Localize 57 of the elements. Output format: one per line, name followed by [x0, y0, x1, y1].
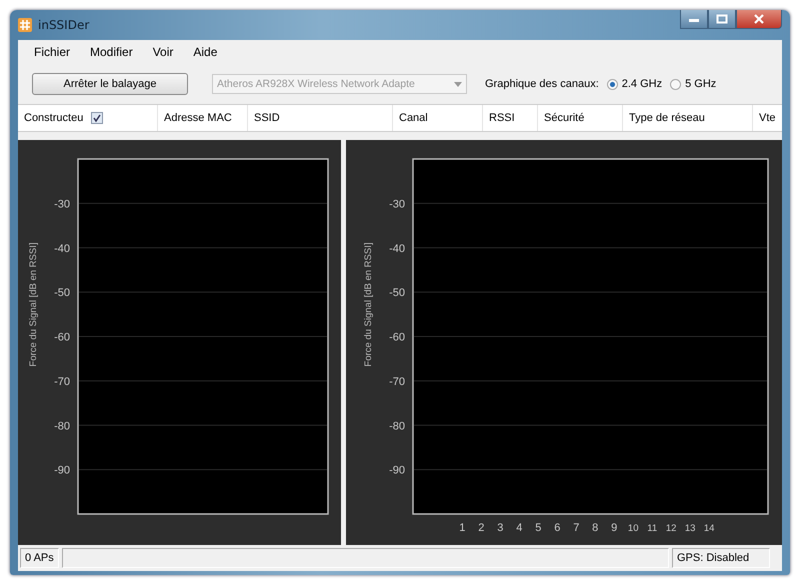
minimize-button[interactable]	[680, 10, 708, 29]
menu-item[interactable]: Fichier	[34, 45, 70, 59]
tick-label: 6	[554, 522, 560, 534]
tick-label: 4	[516, 522, 522, 534]
tick-label: -90	[54, 464, 70, 477]
tick-label: 14	[704, 523, 714, 534]
column-checkbox[interactable]	[91, 112, 104, 124]
tick-label: 10	[628, 523, 638, 534]
channel-graph-label: Graphique des canaux:	[485, 78, 599, 90]
tick-label: -60	[54, 332, 70, 344]
maximize-button[interactable]	[708, 10, 736, 29]
column-header[interactable]: SSID	[254, 112, 280, 124]
tick-label: -40	[389, 242, 405, 255]
tick-label: -80	[389, 420, 405, 432]
axis-title: Force du Signal [dB en RSSI]	[363, 242, 374, 367]
menu-item[interactable]: Aide	[193, 45, 218, 59]
close-icon	[753, 14, 765, 24]
column-header[interactable]: Vte	[759, 112, 776, 124]
tick-label: 9	[611, 522, 618, 534]
menu-item[interactable]: Modifier	[90, 45, 133, 59]
scan-button[interactable]: Arrêter le balayage	[32, 73, 188, 95]
band-radio[interactable]: 2.4 GHz	[606, 78, 662, 90]
tick-label: 8	[592, 522, 598, 534]
maximize-icon	[716, 14, 728, 24]
tick-label: 12	[666, 523, 676, 534]
window-title: inSSIDer	[38, 18, 90, 32]
caret-icon	[454, 82, 462, 86]
ap-count: 0 APs	[20, 548, 59, 568]
tick-label: -30	[389, 198, 405, 210]
tick-label: 1	[459, 522, 466, 534]
tick-label: -70	[389, 376, 405, 388]
column-header[interactable]: Constructeu	[24, 112, 84, 124]
tick-label: -50	[389, 287, 405, 300]
menu-item[interactable]: Voir	[152, 45, 174, 59]
column-header[interactable]: Type de réseau	[629, 112, 705, 124]
tick-label: -70	[54, 376, 70, 388]
column-header[interactable]: RSSI	[489, 112, 515, 124]
tick-label: 7	[573, 522, 580, 534]
column-header[interactable]: Sécurité	[544, 112, 584, 124]
tick-label: -40	[54, 242, 70, 255]
tick-label: -30	[54, 198, 70, 210]
close-button[interactable]	[736, 10, 782, 29]
column-header[interactable]: Canal	[399, 112, 428, 124]
tick-label: 2	[478, 522, 484, 534]
column-header[interactable]: Adresse MAC	[164, 112, 232, 124]
tick-label: -80	[54, 420, 70, 432]
tick-label: 3	[497, 522, 504, 534]
tick-label: -90	[389, 464, 405, 477]
tick-label: -60	[389, 332, 405, 344]
gps-status: GPS: Disabled	[672, 548, 770, 568]
tick-label: 13	[684, 523, 696, 534]
tick-label: 11	[647, 523, 658, 534]
tick-label: -50	[54, 287, 70, 300]
tick-label: 5	[535, 522, 542, 534]
band-radio[interactable]: 5 GHz	[670, 78, 716, 90]
axis-title: Force du Signal [dB en RSSI]	[28, 242, 39, 367]
hash-icon	[18, 18, 32, 32]
